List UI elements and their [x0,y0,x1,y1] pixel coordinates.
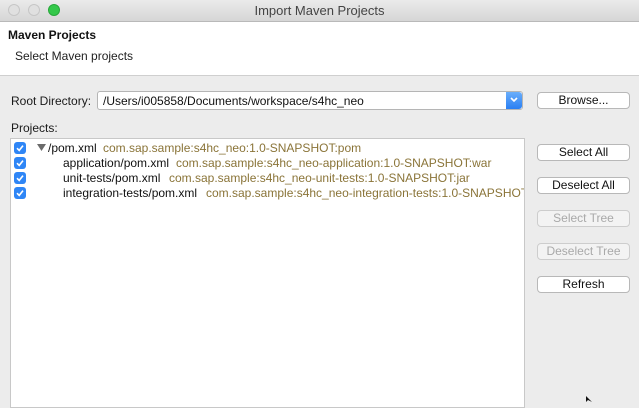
checkmark-icon [16,145,24,152]
deselect-tree-button[interactable]: Deselect Tree [537,243,630,260]
tree-row[interactable]: application/pom.xml com.sap.sample:s4hc_… [11,156,524,171]
project-name: application/pom.xml [63,156,170,170]
project-name: unit-tests/pom.xml [63,171,161,185]
checkmark-icon [16,160,24,167]
page-description: Select Maven projects [15,49,134,63]
checkmark-icon [16,190,24,197]
mouse-cursor-icon [586,396,592,402]
project-name: integration-tests/pom.xml [63,186,198,200]
deselect-all-button[interactable]: Deselect All [537,177,630,194]
expand-triangle-icon[interactable] [37,144,46,152]
window-title: Import Maven Projects [254,3,385,18]
refresh-button[interactable]: Refresh [537,276,630,293]
page-title: Maven Projects [8,28,97,42]
tree-row[interactable]: integration-tests/pom.xml com.sap.sample… [11,186,524,201]
tree-row[interactable]: unit-tests/pom.xml com.sap.sample:s4hc_n… [11,171,524,186]
project-coordinate: com.sap.sample:s4hc_neo-unit-tests:1.0-S… [169,171,470,185]
dropdown-button[interactable] [506,92,522,109]
chevron-down-icon [510,97,518,103]
project-coordinate: com.sap.sample:s4hc_neo-integration-test… [206,186,525,200]
project-coordinate: com.sap.sample:s4hc_neo-application:1.0-… [176,156,492,170]
project-name: /pom.xml [48,141,97,155]
checkbox-checked[interactable] [14,172,26,184]
projects-label: Projects: [11,121,58,135]
browse-button[interactable]: Browse... [537,92,630,109]
title-bar: Import Maven Projects [0,0,639,22]
root-directory-label: Root Directory: [11,94,92,108]
checkbox-checked[interactable] [14,157,26,169]
projects-tree[interactable]: /pom.xml com.sap.sample:s4hc_neo:1.0-SNA… [10,138,525,408]
checkbox-checked[interactable] [14,187,26,199]
select-tree-button[interactable]: Select Tree [537,210,630,227]
select-all-button[interactable]: Select All [537,144,630,161]
root-directory-combo[interactable]: /Users/i005858/Documents/workspace/s4hc_… [97,91,523,110]
checkbox-checked[interactable] [14,142,26,154]
project-coordinate: com.sap.sample:s4hc_neo:1.0-SNAPSHOT:pom [103,141,362,155]
wizard-header: Maven Projects Select Maven projects [0,22,639,76]
root-directory-value[interactable]: /Users/i005858/Documents/workspace/s4hc_… [103,94,364,108]
tree-row[interactable]: /pom.xml com.sap.sample:s4hc_neo:1.0-SNA… [11,141,524,156]
checkmark-icon [16,175,24,182]
